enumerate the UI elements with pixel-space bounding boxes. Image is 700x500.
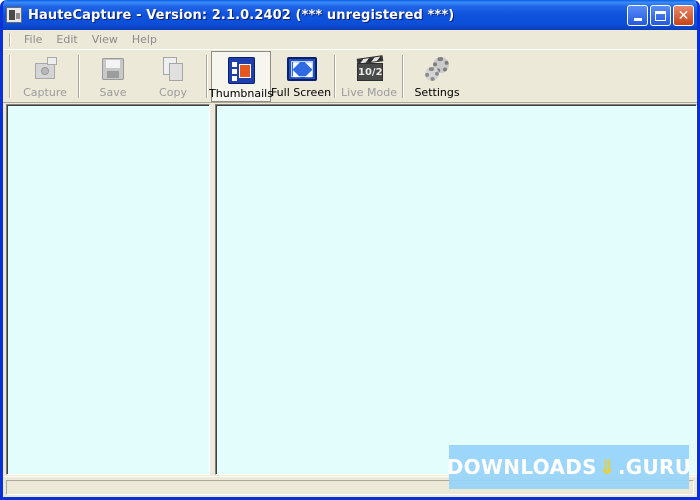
clapperboard-icon: 10/2 xyxy=(355,55,384,83)
preview-pane[interactable] xyxy=(215,104,697,475)
capture-button[interactable]: Capture xyxy=(15,51,75,102)
menu-bar: File Edit View Help xyxy=(3,30,697,50)
toolbar: Capture Save Copy Thumbnails ◤ ◥ ◣ ◢ Ful… xyxy=(3,51,697,103)
watermark-text-left: DOWNLOADS xyxy=(446,455,597,479)
close-icon: ✕ xyxy=(677,7,690,24)
app-icon[interactable] xyxy=(6,7,22,23)
window-title: HauteCapture - Version: 2.1.0.2402 (*** … xyxy=(28,7,455,23)
settings-button[interactable]: Settings xyxy=(407,51,467,102)
menu-edit[interactable]: Edit xyxy=(49,33,84,46)
thumbnail-pane[interactable] xyxy=(6,104,210,475)
minimize-icon xyxy=(633,18,642,21)
save-label: Save xyxy=(99,86,127,99)
thumbnails-label: Thumbnails xyxy=(209,87,273,100)
copy-icon xyxy=(159,55,187,83)
thumbnails-icon xyxy=(227,56,255,84)
maximize-button[interactable] xyxy=(650,5,671,26)
watermark-text-right: .GURU xyxy=(617,455,692,479)
copy-button[interactable]: Copy xyxy=(143,51,203,102)
menu-grip xyxy=(9,32,11,47)
downloads-guru-watermark: DOWNLOADS ⇓ .GURU xyxy=(446,445,692,489)
floppy-disk-icon xyxy=(99,55,127,83)
live-mode-button[interactable]: 10/2 Live Mode xyxy=(339,51,399,102)
toolbar-separator xyxy=(78,55,80,98)
settings-label: Settings xyxy=(414,86,460,99)
close-button[interactable]: ✕ xyxy=(673,5,694,26)
capture-label: Capture xyxy=(23,86,67,99)
app-window: HauteCapture - Version: 2.1.0.2402 (*** … xyxy=(0,0,700,500)
menu-view[interactable]: View xyxy=(85,33,125,46)
copy-label: Copy xyxy=(159,86,187,99)
gears-icon xyxy=(423,55,451,83)
toolbar-separator xyxy=(402,55,404,98)
thumbnails-button[interactable]: Thumbnails xyxy=(209,51,273,102)
clapperboard-text: 10/2 xyxy=(357,63,383,81)
minimize-button[interactable] xyxy=(627,5,648,26)
live-mode-label: Live Mode xyxy=(341,86,397,99)
toolbar-separator xyxy=(206,55,208,98)
toolbar-separator xyxy=(334,55,336,98)
full-screen-icon: ◤ ◥ ◣ ◢ xyxy=(287,55,317,83)
download-arrow-icon: ⇓ xyxy=(598,455,616,479)
full-screen-label: Full Screen xyxy=(270,86,332,99)
title-bar[interactable]: HauteCapture - Version: 2.1.0.2402 (*** … xyxy=(3,0,697,30)
full-screen-button[interactable]: ◤ ◥ ◣ ◢ Full Screen xyxy=(271,51,331,102)
toolbar-grip xyxy=(9,55,11,98)
camera-icon xyxy=(31,55,59,83)
save-button[interactable]: Save xyxy=(83,51,143,102)
maximize-icon xyxy=(655,10,666,21)
menu-file[interactable]: File xyxy=(17,33,49,46)
menu-help[interactable]: Help xyxy=(125,33,164,46)
